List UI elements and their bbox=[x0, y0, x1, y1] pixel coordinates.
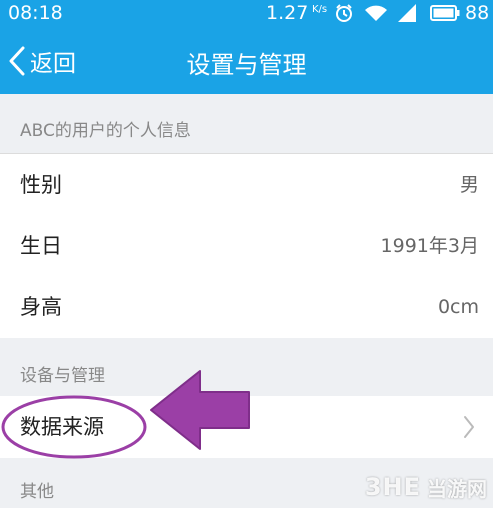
status-bar: 08:18 1.27 K/s 88 bbox=[0, 0, 493, 28]
alarm-icon bbox=[336, 4, 352, 22]
gender-label: 性别 bbox=[20, 173, 62, 197]
height-value: 0cm bbox=[437, 296, 479, 318]
battery-percent: 88 bbox=[465, 2, 490, 24]
status-time: 08:18 bbox=[8, 2, 63, 24]
chevron-right-icon bbox=[464, 416, 474, 438]
height-label: 身高 bbox=[20, 295, 62, 319]
network-speed: 1.27 bbox=[266, 2, 309, 24]
birthday-row[interactable]: 生日 1991年3月 bbox=[0, 215, 493, 277]
network-speed-unit: K/s bbox=[312, 4, 328, 15]
signal-icon bbox=[398, 4, 416, 22]
wifi-icon bbox=[365, 5, 387, 21]
data-source-label: 数据来源 bbox=[20, 415, 104, 439]
battery-icon bbox=[430, 5, 460, 21]
watermark-text: 当游网 bbox=[427, 476, 487, 501]
height-row[interactable]: 身高 0cm bbox=[0, 276, 493, 338]
gender-value: 男 bbox=[459, 174, 479, 196]
birthday-label: 生日 bbox=[20, 234, 62, 258]
section-header-device: 设备与管理 bbox=[20, 366, 105, 386]
watermark: 3HE 当游网 bbox=[365, 470, 487, 504]
watermark-brand: 3HE bbox=[364, 473, 421, 501]
gender-row[interactable]: 性别 男 bbox=[0, 154, 493, 216]
nav-bar: 返回 设置与管理 bbox=[0, 28, 493, 94]
section-header-personal: ABC的用户的个人信息 bbox=[20, 121, 191, 141]
birthday-value: 1991年3月 bbox=[380, 235, 479, 257]
page-title: 设置与管理 bbox=[186, 51, 307, 79]
data-source-row[interactable]: 数据来源 bbox=[0, 396, 493, 458]
